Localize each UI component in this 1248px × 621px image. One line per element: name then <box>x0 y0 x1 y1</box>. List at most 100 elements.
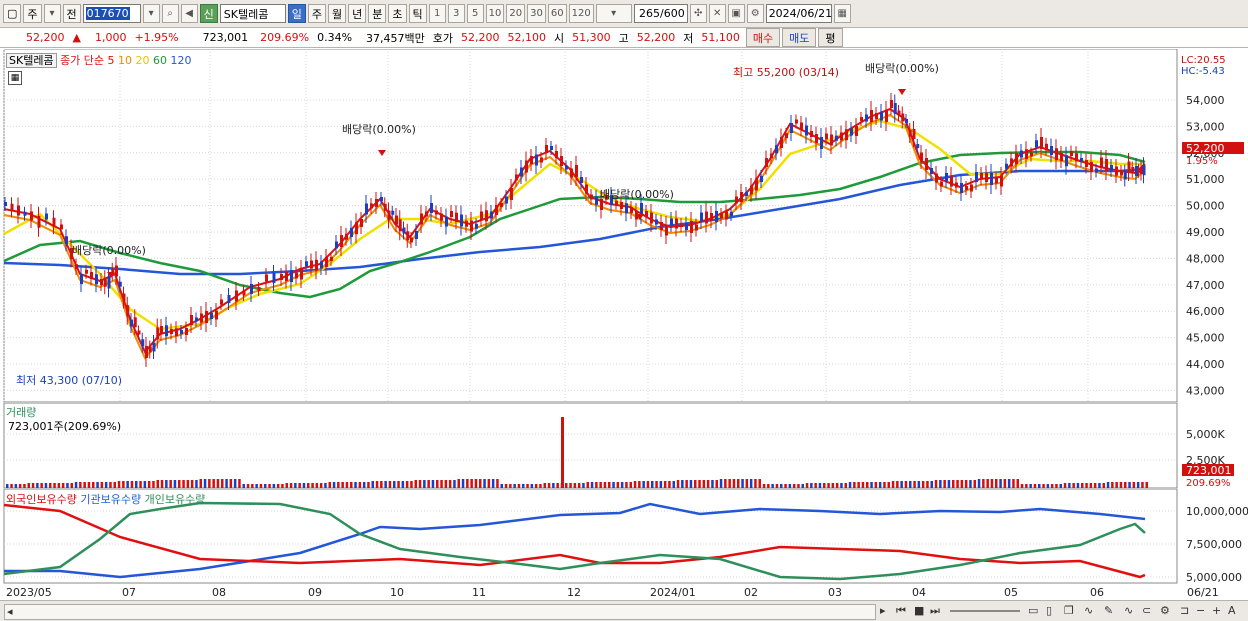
interval-60[interactable]: 60 <box>547 4 567 23</box>
minus-icon[interactable]: − <box>1196 604 1205 617</box>
magnet-icon[interactable]: ⊂ <box>1142 604 1151 617</box>
price-chart-canvas[interactable]: 54,00053,00052,00051,00050,00049,00048,0… <box>0 49 1248 403</box>
candle-body <box>680 223 683 227</box>
code-dropdown-icon[interactable]: ▾ <box>142 4 160 23</box>
candle-body <box>1010 158 1013 167</box>
chevron-down-icon[interactable]: ▾ <box>43 4 61 23</box>
tab-year[interactable]: 년 <box>348 4 367 23</box>
interval-5[interactable]: 5 <box>466 4 484 23</box>
volume-bar <box>337 482 340 488</box>
scroll-left-icon[interactable]: ◂ <box>7 605 13 618</box>
candle-body <box>660 222 663 230</box>
stock-code-input[interactable]: 017670 <box>82 4 141 23</box>
rewind-icon[interactable]: ⏮ <box>896 604 906 618</box>
interval-120[interactable]: 120 <box>568 4 594 23</box>
avg-button[interactable]: 평 <box>818 28 843 47</box>
volume-bar <box>526 484 529 488</box>
candle-body <box>840 132 843 141</box>
split-icon[interactable]: ▯ <box>1046 604 1052 617</box>
calendar-icon[interactable]: ▦ <box>833 4 851 23</box>
plus-icon[interactable]: + <box>1212 604 1221 617</box>
volume-bar <box>689 480 693 488</box>
tab-month[interactable]: 월 <box>328 4 347 23</box>
volume-bar <box>319 483 323 488</box>
zoom-in-icon[interactable]: ✣ <box>689 4 707 23</box>
candle-body <box>406 231 410 241</box>
stock-name-field[interactable]: SK텔레콤 <box>219 4 286 23</box>
date-field[interactable]: 2024/06/21 <box>765 4 832 23</box>
grid-toggle-icon[interactable]: ▦ <box>8 71 22 85</box>
volume-chart-canvas[interactable]: 5,000K2,500K723,001209.69% <box>0 403 1248 489</box>
candle-body <box>510 188 513 200</box>
layout-icon[interactable]: ▭ <box>1028 604 1038 617</box>
volume-bar <box>233 479 237 488</box>
interval-3[interactable]: 3 <box>447 4 465 23</box>
x-axis-label: 05 <box>1004 586 1018 599</box>
candle-body <box>380 197 383 201</box>
interval-30[interactable]: 30 <box>527 4 546 23</box>
prev-button[interactable]: 전 <box>62 4 81 23</box>
volume-bar <box>775 484 779 488</box>
candle-body <box>675 218 678 229</box>
copy-icon[interactable]: ❐ <box>1064 604 1074 617</box>
interval-20[interactable]: 20 <box>506 4 526 23</box>
window-icon[interactable]: ▢ <box>3 4 22 23</box>
volume-bar <box>281 484 284 488</box>
candle-body <box>500 203 503 207</box>
period-select[interactable]: 주 <box>23 4 42 23</box>
volume-bar <box>620 482 624 488</box>
volume-bar <box>423 480 426 488</box>
volume-bar <box>565 483 568 488</box>
stop-icon[interactable]: ■ <box>914 604 924 617</box>
draw-icon[interactable]: ✎ <box>1104 604 1113 617</box>
volume-bar <box>345 482 349 488</box>
speaker-icon[interactable]: ◀ <box>180 4 198 23</box>
volume-bar <box>483 479 486 488</box>
volume-bar <box>79 482 82 488</box>
tab-day[interactable]: 일 <box>287 4 306 23</box>
volume-bar <box>638 481 641 488</box>
bracket-icon[interactable]: ⊐ <box>1180 604 1189 617</box>
candle-body <box>870 110 873 122</box>
holdings-y-label: 5,000,000 <box>1186 571 1242 584</box>
save-icon[interactable]: ▣ <box>727 4 745 23</box>
candle-body <box>908 129 912 137</box>
scroll-right-icon[interactable]: ▸ <box>880 604 886 617</box>
candle-body <box>180 330 183 334</box>
tab-tick[interactable]: 틱 <box>408 4 427 23</box>
volume-bar <box>109 482 112 488</box>
gear-icon[interactable]: ⚙ <box>746 4 764 23</box>
horizontal-scrollbar[interactable]: ◂ <box>4 604 876 620</box>
sell-button[interactable]: 매도 <box>782 28 817 47</box>
tab-minute[interactable]: 분 <box>368 4 387 23</box>
interval-10[interactable]: 10 <box>485 4 505 23</box>
bar-count-field[interactable]: 265/600 <box>633 4 688 23</box>
forward-icon[interactable]: ⏭ <box>930 604 940 618</box>
wave-icon[interactable]: ∿ <box>1124 604 1133 617</box>
candle-body <box>355 222 358 235</box>
crosshair-icon[interactable]: ✕ <box>708 4 726 23</box>
tab-second[interactable]: 초 <box>388 4 407 23</box>
auto-icon[interactable]: A <box>1228 604 1236 617</box>
candle-body <box>975 172 978 182</box>
volume-bar <box>792 484 796 488</box>
volume-bar <box>1046 484 1050 488</box>
volume-bar <box>1050 484 1054 488</box>
interval-custom-dropdown[interactable]: ▾ <box>595 4 632 23</box>
interval-1[interactable]: 1 <box>428 4 446 23</box>
buy-button[interactable]: 매수 <box>745 28 781 47</box>
volume-bar <box>113 482 116 488</box>
candle-body <box>640 203 643 215</box>
holdings-y-label: 10,000,000 <box>1186 505 1248 518</box>
trend-icon[interactable]: ∿ <box>1084 604 1093 617</box>
tab-week[interactable]: 주 <box>307 4 327 23</box>
settings-icon[interactable]: ⚙ <box>1160 604 1170 617</box>
volume-bar <box>371 481 374 488</box>
bid-price: 52,100 <box>507 31 547 44</box>
candle-body <box>4 202 7 206</box>
volume-bar <box>380 481 383 488</box>
candle-body <box>345 233 348 240</box>
volume-bar <box>835 483 839 488</box>
zoom-slider[interactable] <box>950 610 1020 612</box>
search-icon[interactable]: ⌕ <box>161 4 179 23</box>
